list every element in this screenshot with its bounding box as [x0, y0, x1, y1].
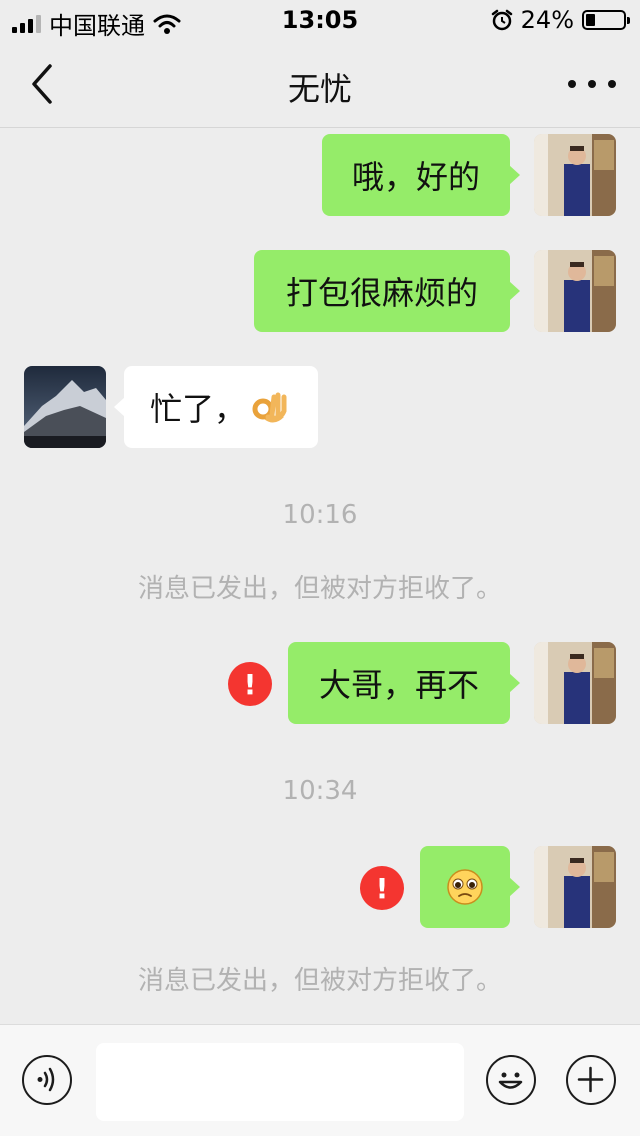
plus-icon[interactable]	[566, 1055, 616, 1105]
send-failed-icon[interactable]: !	[228, 662, 272, 706]
message-text: 忙了，	[150, 390, 247, 428]
message-text: 打包很麻烦的	[285, 274, 478, 312]
status-bar: 中国联通 13:05 24%	[0, 0, 640, 40]
my-avatar[interactable]	[534, 134, 616, 216]
my-avatar[interactable]	[534, 642, 616, 724]
message-bubble-outgoing[interactable]: 打包很麻烦的	[254, 250, 520, 332]
message-bubble-outgoing[interactable]	[420, 846, 520, 928]
system-notice: 消息已发出，但被对方拒收了。	[137, 966, 502, 996]
status-right: 24%	[491, 6, 630, 34]
input-bar	[0, 1024, 640, 1136]
message-text: 大哥，再不	[318, 666, 479, 704]
system-notice: 消息已发出，但被对方拒收了。	[137, 574, 502, 604]
ok-hand-emoji-icon	[252, 392, 287, 423]
alarm-icon	[491, 9, 512, 31]
battery-icon	[582, 10, 630, 30]
message-text: 哦，好的	[351, 158, 480, 196]
battery-percent: 24%	[520, 6, 574, 34]
my-avatar[interactable]	[534, 846, 616, 928]
my-avatar[interactable]	[534, 250, 616, 332]
pleading-face-emoji-icon	[447, 869, 483, 905]
chat-title: 无忧	[287, 70, 352, 108]
more-options-icon[interactable]	[568, 66, 616, 102]
message-input[interactable]	[96, 1043, 464, 1121]
emoji-icon[interactable]	[486, 1055, 536, 1105]
nav-bar: 无忧	[0, 40, 640, 128]
message-bubble-outgoing[interactable]: 哦，好的	[322, 134, 520, 216]
timestamp: 10:16	[282, 500, 358, 530]
timestamp: 10:34	[282, 776, 358, 806]
message-bubble-outgoing[interactable]: 大哥，再不	[288, 642, 520, 724]
send-failed-icon[interactable]: !	[360, 866, 404, 910]
voice-icon[interactable]	[22, 1055, 72, 1105]
contact-avatar[interactable]	[24, 366, 106, 448]
message-bubble-incoming[interactable]: 忙了，	[114, 366, 318, 448]
